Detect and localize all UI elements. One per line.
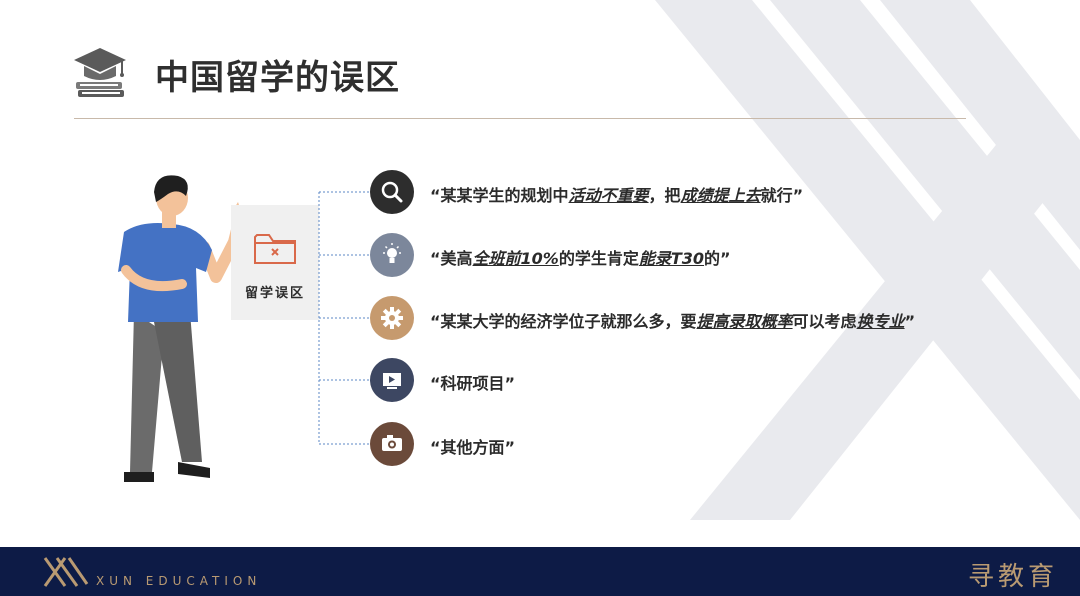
connector-lines <box>318 191 370 445</box>
text-segment: “其他方面” <box>430 438 516 457</box>
emphasized-phrase: 成绩提上去 <box>680 186 761 205</box>
item-5-icon-circle <box>370 422 414 466</box>
emphasized-phrase: 活动不重要 <box>568 186 649 205</box>
xun-logo-icon <box>43 557 89 587</box>
emphasized-phrase: 换专业 <box>856 312 905 331</box>
text-segment: ，把 <box>648 186 681 205</box>
gear-icon <box>381 307 403 329</box>
text-segment: ” <box>904 312 916 331</box>
item-4-icon-circle <box>370 358 414 402</box>
text-segment: 就行” <box>760 186 804 205</box>
text-segment: “美高 <box>430 249 473 268</box>
emphasized-phrase: 能录T30 <box>638 249 705 268</box>
item-3-text: “某某大学的经济学位子就那么多，要提高录取概率可以考虑换专业” <box>430 308 915 332</box>
camera-icon <box>382 435 402 451</box>
item-2-icon-circle <box>370 233 414 277</box>
footer-bar: XUN EDUCATION 寻教育 <box>0 547 1080 596</box>
text-segment: “科研项目” <box>430 374 516 393</box>
footer-brand-en: XUN EDUCATION <box>96 574 262 588</box>
emphasized-phrase: 提高录取概率 <box>696 312 793 331</box>
text-segment: “某某大学的经济学位子就那么多，要 <box>430 312 697 331</box>
item-5-text: “其他方面” <box>430 434 515 458</box>
text-segment: 可以考虑 <box>792 312 857 331</box>
item-3-icon-circle <box>370 296 414 340</box>
lightbulb-icon <box>383 243 401 263</box>
text-segment: “某某学生的规划中 <box>430 186 569 205</box>
search-icon <box>381 181 403 203</box>
video-icon <box>383 373 401 389</box>
item-4-text: “科研项目” <box>430 370 515 394</box>
text-segment: 的学生肯定 <box>558 249 639 268</box>
emphasized-phrase: 全班前10% <box>472 249 559 268</box>
item-2-text: “美高全班前10%的学生肯定能录T30的” <box>430 245 731 269</box>
item-1-text: “某某学生的规划中活动不重要，把成绩提上去就行” <box>430 182 803 206</box>
item-1-icon-circle <box>370 170 414 214</box>
text-segment: 的” <box>704 249 731 268</box>
footer-brand-cn: 寻教育 <box>967 562 1058 592</box>
